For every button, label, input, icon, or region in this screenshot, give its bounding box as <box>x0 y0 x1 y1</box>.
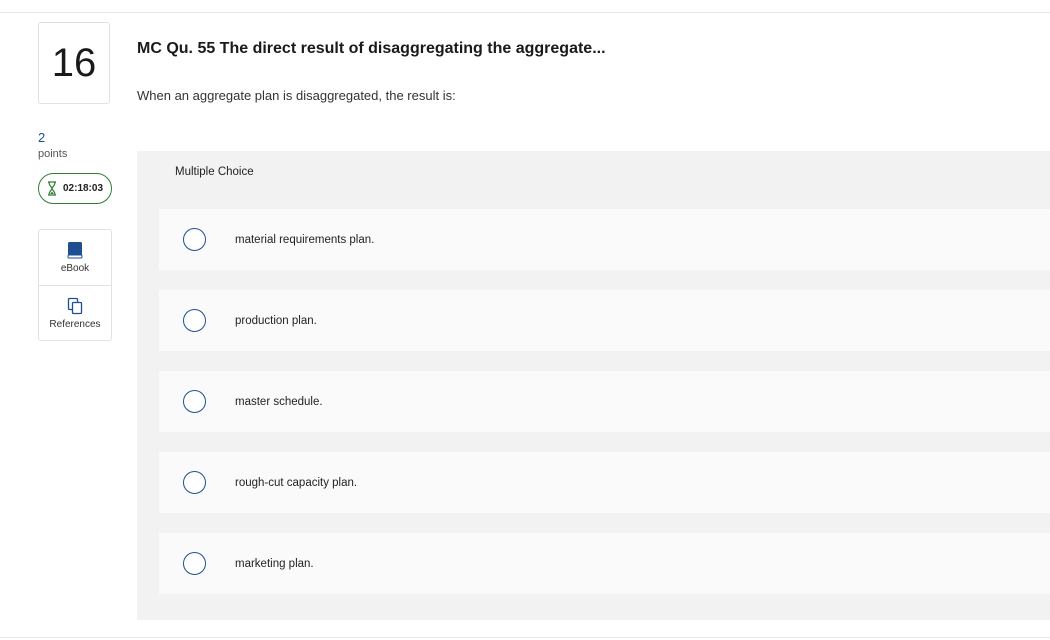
option-text: master schedule. <box>235 395 323 408</box>
option-radio[interactable] <box>183 309 206 332</box>
option-text: material requirements plan. <box>235 233 375 246</box>
option-radio[interactable] <box>183 390 206 413</box>
book-icon <box>67 242 83 259</box>
multiple-choice-header: Multiple Choice <box>175 166 254 178</box>
option-text: production plan. <box>235 314 317 327</box>
timer-badge: 02:18:03 <box>38 173 112 204</box>
ebook-label: eBook <box>60 263 90 274</box>
question-prompt: When an aggregate plan is disaggregated,… <box>137 88 456 103</box>
references-button[interactable]: References <box>39 285 111 341</box>
options-list: material requirements plan. production p… <box>159 209 1050 594</box>
tools-panel: eBook References <box>38 229 112 341</box>
bottom-divider <box>0 637 1050 638</box>
option-item[interactable]: master schedule. <box>159 371 1050 432</box>
hourglass-icon <box>47 181 56 196</box>
option-text: marketing plan. <box>235 557 314 570</box>
question-number: 16 <box>38 22 110 104</box>
multiple-choice-panel: Multiple Choice material requirements pl… <box>137 151 1050 620</box>
references-label: References <box>49 319 101 330</box>
option-radio[interactable] <box>183 228 206 251</box>
timer-text: 02:18:03 <box>62 183 104 194</box>
option-radio[interactable] <box>183 552 206 575</box>
option-item[interactable]: rough-cut capacity plan. <box>159 452 1050 513</box>
option-item[interactable]: material requirements plan. <box>159 209 1050 270</box>
points-value: 2 <box>38 130 46 145</box>
top-divider <box>0 12 1050 13</box>
points-label: points <box>38 148 68 160</box>
option-radio[interactable] <box>183 471 206 494</box>
question-title: MC Qu. 55 The direct result of disaggreg… <box>137 40 606 57</box>
copy-icon <box>67 297 83 315</box>
option-item[interactable]: marketing plan. <box>159 533 1050 594</box>
option-item[interactable]: production plan. <box>159 290 1050 351</box>
option-text: rough-cut capacity plan. <box>235 476 358 489</box>
ebook-button[interactable]: eBook <box>39 230 111 285</box>
